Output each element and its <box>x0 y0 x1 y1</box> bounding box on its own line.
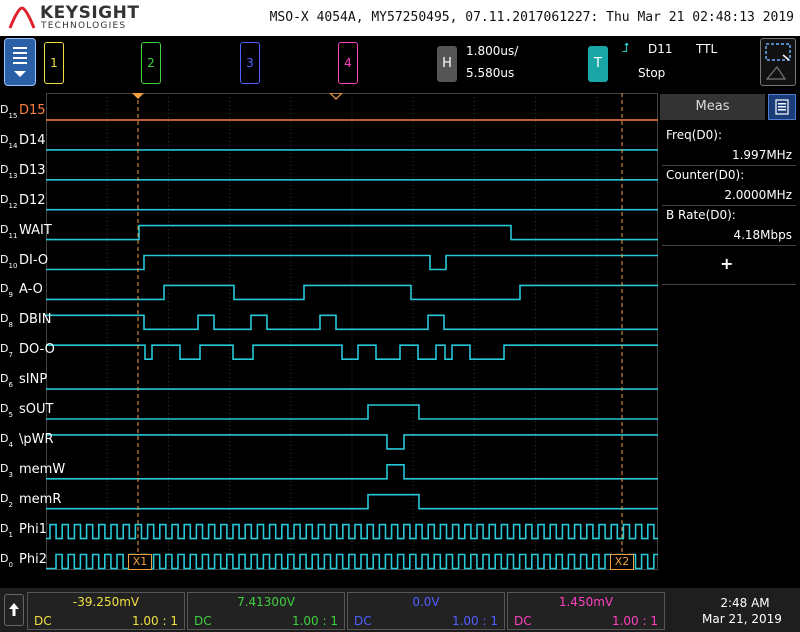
channel-number-d6[interactable]: D6 <box>0 372 18 390</box>
meas-divider <box>662 245 796 246</box>
channel-3-status[interactable]: 0.0V DC 1.00 : 1 <box>347 592 505 630</box>
channel-label-d9: A-O <box>19 282 43 298</box>
channel-label-d13: D13 <box>19 162 46 178</box>
channel-2-probe: 1.00 : 1 <box>291 614 338 628</box>
cursor-x2-handle[interactable]: X2 <box>610 554 634 570</box>
instrument-title: MSO-X 4054A, MY57250495, 07.11.201706122… <box>269 10 794 25</box>
channel-3-button[interactable]: 3 <box>240 42 260 84</box>
channel-number-d7[interactable]: D7 <box>0 342 18 360</box>
meas-3-name: B Rate(D0): <box>666 208 736 222</box>
channel-3-coupling: DC <box>354 614 372 628</box>
acquisition-status: Stop <box>638 66 666 80</box>
channel-number-d15[interactable]: D15 <box>0 103 18 121</box>
meas-3-value: 4.18Mbps <box>733 228 792 242</box>
time-delay: 5.580us <box>466 66 515 80</box>
channel-number-d13[interactable]: D13 <box>0 163 18 181</box>
channel-number-d10[interactable]: D10 <box>0 253 18 271</box>
channel-label-d12: D12 <box>19 192 46 208</box>
channel-4-label: 4 <box>344 56 352 70</box>
channel-number-d8[interactable]: D8 <box>0 312 18 330</box>
channel-1-label: 1 <box>50 56 58 70</box>
channel-4-offset: 1.450mV <box>558 595 614 609</box>
channel-number-d1[interactable]: D1 <box>0 522 18 540</box>
zoom-button[interactable] <box>760 38 796 86</box>
keysight-logo-icon <box>8 6 36 29</box>
channel-3-probe: 1.00 : 1 <box>451 614 498 628</box>
cursor-x1-handle[interactable]: X1 <box>128 554 152 570</box>
meas-tab[interactable]: Meas <box>660 94 765 120</box>
channel-label-d2: memR <box>19 491 62 507</box>
channel-4-status[interactable]: 1.450mV DC 1.00 : 1 <box>507 592 665 630</box>
channel-label-d1: Phi1 <box>19 521 47 537</box>
channel-number-d14[interactable]: D14 <box>0 133 18 151</box>
meas-divider <box>662 165 796 166</box>
meas-2-name: Counter(D0): <box>666 168 745 182</box>
channel-4-probe: 1.00 : 1 <box>611 614 658 628</box>
channel-1-button[interactable]: 1 <box>44 42 64 84</box>
channel-number-d0[interactable]: D0 <box>0 552 18 570</box>
channel-3-label: 3 <box>246 56 254 70</box>
channel-label-d8: DBIN <box>19 312 52 328</box>
control-row <box>0 36 800 92</box>
trigger-edge-icon: ⮥ <box>622 41 630 56</box>
channel-label-d4: \pWR <box>19 431 54 447</box>
brand-name: KEYSIGHT <box>40 3 140 23</box>
meas-1-value: 1.997MHz <box>731 148 792 162</box>
channel-label-d5: sOUT <box>19 402 54 417</box>
add-measurement-button[interactable]: + <box>720 254 733 273</box>
channel-label-d15: D15 <box>19 103 46 118</box>
meas-divider <box>662 205 796 206</box>
channel-4-button[interactable]: 4 <box>338 42 358 84</box>
trigger-source: D11 <box>648 42 673 56</box>
main-menu-button[interactable] <box>4 38 36 86</box>
meas-list-button[interactable] <box>768 94 796 120</box>
softkey-toggle-button[interactable] <box>4 594 24 626</box>
channel-number-d3[interactable]: D3 <box>0 462 18 480</box>
channel-number-d4[interactable]: D4 <box>0 432 18 450</box>
channel-number-d5[interactable]: D5 <box>0 402 18 420</box>
channel-1-status[interactable]: -39.250mV DC 1.00 : 1 <box>27 592 185 630</box>
channel-number-d11[interactable]: D11 <box>0 223 18 241</box>
channel-label-d6: sINP <box>19 372 48 388</box>
list-icon <box>775 99 789 115</box>
time-scale: 1.800us/ <box>466 44 519 58</box>
waveform-display[interactable] <box>46 93 658 570</box>
brand-sub: TECHNOLOGIES <box>41 21 127 31</box>
channel-number-d2[interactable]: D2 <box>0 492 18 510</box>
channel-label-d14: D14 <box>19 132 46 148</box>
trigger-position-marker <box>132 93 144 99</box>
channel-label-d7: DO-O <box>19 342 55 358</box>
channel-2-coupling: DC <box>194 614 212 628</box>
channel-label-d11: WAIT <box>19 222 52 238</box>
channel-2-offset: 7.41300V <box>237 595 295 609</box>
channel-2-button[interactable]: 2 <box>141 42 161 84</box>
clock-time: 2:48 AM <box>720 596 770 610</box>
cursor-lines <box>137 93 623 570</box>
trigger-button[interactable]: T <box>588 46 608 82</box>
channel-1-offset: -39.250mV <box>72 595 140 609</box>
meas-divider <box>662 284 796 285</box>
channel-2-label: 2 <box>147 56 155 70</box>
measurement-panel <box>660 92 800 570</box>
arrow-up-icon <box>9 603 19 616</box>
channel-label-d10: DI-O <box>19 252 49 268</box>
zoom-icon <box>765 43 791 80</box>
channel-4-coupling: DC <box>514 614 532 628</box>
channel-1-probe: 1.00 : 1 <box>131 614 178 628</box>
horizontal-button[interactable]: H <box>437 46 457 82</box>
channel-number-d9[interactable]: D9 <box>0 282 18 300</box>
channel-label-d3: memW <box>19 461 66 477</box>
meas-1-name: Freq(D0): <box>666 128 722 142</box>
channel-3-offset: 0.0V <box>412 595 440 609</box>
meas-2-value: 2.0000MHz <box>724 188 792 202</box>
clock-date: Mar 21, 2019 <box>702 612 782 626</box>
channel-label-d0: Phi2 <box>19 551 47 567</box>
channel-number-d12[interactable]: D12 <box>0 193 18 211</box>
menu-icon <box>13 47 27 77</box>
channel-1-coupling: DC <box>34 614 52 628</box>
channel-2-status[interactable]: 7.41300V DC 1.00 : 1 <box>187 592 345 630</box>
trigger-level: TTL <box>696 42 718 56</box>
